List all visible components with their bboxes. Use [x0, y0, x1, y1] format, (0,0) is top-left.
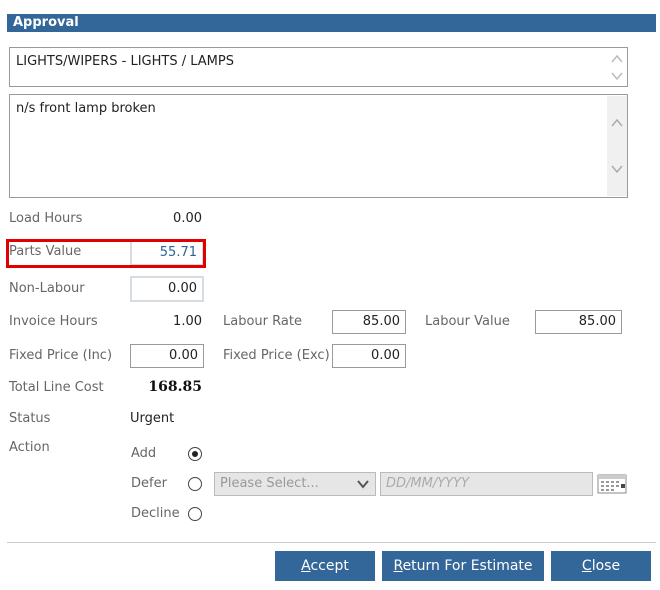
non-labour-label: Non-Labour [9, 281, 85, 296]
action-label: Action [9, 440, 50, 455]
fixed-price-inc-field[interactable]: 0.00 [130, 344, 204, 368]
dialog-title: Approval [7, 14, 656, 32]
action-option-add-label: Add [131, 446, 157, 461]
action-decline-radio[interactable] [188, 507, 202, 521]
close-label: lose [591, 558, 621, 574]
total-line-cost-value: 168.85 [148, 379, 202, 395]
chevron-down-icon [357, 480, 369, 489]
close-button[interactable]: Close [551, 551, 651, 581]
highlight-box [6, 239, 206, 268]
action-defer-radio[interactable] [188, 477, 202, 491]
labour-value-label: Labour Value [425, 314, 510, 329]
defer-date-input[interactable]: DD/MM/YYYY [380, 472, 593, 496]
action-add-radio[interactable] [188, 447, 202, 461]
scroll-up-icon[interactable] [610, 52, 624, 66]
labour-value-field[interactable]: 85.00 [535, 310, 622, 334]
status-value: Urgent [130, 411, 175, 426]
action-option-defer-label: Defer [131, 476, 167, 491]
accept-label: ccept [310, 558, 349, 574]
fixed-price-exc-field[interactable]: 0.00 [332, 344, 406, 368]
accept-button[interactable]: Accept [275, 551, 375, 581]
notes-text: n/s front lamp broken [16, 101, 156, 116]
return-for-estimate-button[interactable]: Return For Estimate [382, 551, 544, 581]
defer-reason-placeholder: Please Select... [220, 476, 319, 491]
operation-textbox[interactable]: LIGHTS/WIPERS - LIGHTS / LAMPS [9, 47, 628, 87]
scroll-up-icon[interactable] [610, 116, 624, 130]
calendar-icon[interactable] [597, 472, 627, 496]
notes-textarea[interactable]: n/s front lamp broken [9, 94, 628, 198]
labour-rate-field[interactable]: 85.00 [332, 310, 406, 334]
load-hours-label: Load Hours [9, 211, 83, 226]
invoice-hours-value: 1.00 [173, 314, 202, 329]
operation-text: LIGHTS/WIPERS - LIGHTS / LAMPS [16, 54, 234, 69]
scroll-down-icon[interactable] [610, 162, 624, 176]
close-accesskey: C [581, 558, 592, 574]
divider [7, 542, 656, 543]
fixed-price-exc-label: Fixed Price (Exc) [223, 348, 330, 363]
return-label: eturn For Estimate [402, 558, 533, 574]
scrollbar-track[interactable] [607, 96, 627, 196]
fixed-price-inc-label: Fixed Price (Inc) [9, 348, 113, 363]
return-accesskey: R [393, 558, 403, 574]
action-option-decline-label: Decline [131, 506, 180, 521]
load-hours-value: 0.00 [173, 211, 202, 226]
invoice-hours-label: Invoice Hours [9, 314, 98, 329]
non-labour-field[interactable]: 0.00 [130, 276, 204, 302]
total-line-cost-label: Total Line Cost [9, 380, 104, 395]
status-label: Status [9, 411, 51, 426]
defer-reason-select[interactable]: Please Select... [214, 472, 376, 496]
labour-rate-label: Labour Rate [223, 314, 302, 329]
scroll-down-icon[interactable] [610, 69, 624, 83]
